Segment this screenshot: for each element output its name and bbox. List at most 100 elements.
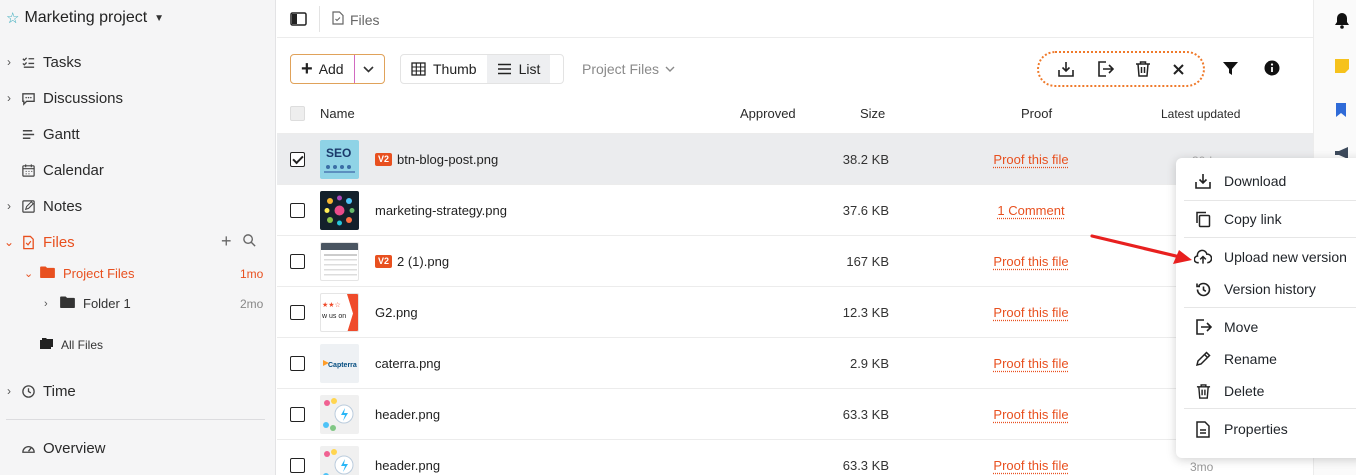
close-icon[interactable] [1172,63,1185,76]
folder-dropdown[interactable]: Project Files [582,61,675,77]
file-size: 63.3 KB [809,407,889,422]
menu-item-copy-link[interactable]: Copy link [1194,210,1282,228]
chevron-right-icon[interactable]: › [4,384,14,398]
sidebar-item-label: Discussions [43,90,123,107]
menu-item-label: Properties [1224,421,1288,437]
row-checkbox[interactable] [290,458,305,473]
proof-link[interactable]: Proof this file [961,356,1101,371]
table-row[interactable]: header.png 63.3 KB Proof this file 3mo [277,440,1313,475]
trash-icon[interactable] [1135,60,1151,78]
menu-item-delete[interactable]: Delete [1194,382,1264,400]
trash-icon [1194,382,1212,400]
file-name[interactable]: marketing-strategy.png [375,203,507,218]
add-dropdown-button[interactable] [355,66,383,73]
table-header: Name Approved Size Proof Latest updated [277,94,1313,134]
table-row[interactable]: SEO V2 btn-blog-post.png 38.2 KB Proof t… [277,134,1313,185]
menu-item-rename[interactable]: Rename [1194,350,1277,368]
chevron-down-icon: ▼ [154,13,164,24]
chevron-down-icon[interactable]: ⌄ [24,267,36,280]
info-icon[interactable] [1264,60,1280,79]
sidebar-item-label: Gantt [43,126,80,143]
sidebar-toggle-icon[interactable] [290,12,307,29]
sidebar-item-files[interactable]: ⌄ Files [0,230,75,254]
sidebar-item-tasks[interactable]: › Tasks [0,50,81,74]
context-menu: Download Copy link Upload new version Ve… [1176,158,1356,458]
file-name[interactable]: caterra.png [375,356,441,371]
table-row[interactable]: marketing-strategy.png 37.6 KB 1 Comment [277,185,1313,236]
table-row[interactable]: header.png 63.3 KB Proof this file [277,389,1313,440]
tree-item-folder-1[interactable]: › Folder 1 [44,296,131,311]
star-icon[interactable]: ☆ [6,9,19,27]
search-icon[interactable] [242,233,257,251]
file-name[interactable]: V2 btn-blog-post.png [375,152,498,167]
column-header-name[interactable]: Name [320,106,355,121]
proof-link[interactable]: Proof this file [961,407,1101,422]
project-switcher[interactable]: ☆ Marketing project ▼ [6,9,164,27]
project-name: Marketing project [24,9,147,27]
sidebar-item-label: Calendar [43,162,104,179]
row-checkbox[interactable] [290,203,305,218]
svg-text:Capterra: Capterra [328,362,357,369]
chevron-right-icon[interactable]: › [4,199,14,213]
sidebar-item-time[interactable]: › Time [0,379,76,403]
chevron-right-icon[interactable]: › [4,91,14,105]
move-icon[interactable] [1096,60,1114,78]
chevron-down-icon[interactable]: ⌄ [4,235,14,249]
row-checkbox[interactable] [290,254,305,269]
menu-item-label: Rename [1224,351,1277,367]
sidebar-item-notes[interactable]: › Notes [0,194,82,218]
bell-icon[interactable] [1334,12,1350,32]
row-checkbox[interactable] [290,356,305,371]
tree-item-project-files[interactable]: ⌄ Project Files [24,266,135,281]
menu-item-label: Move [1224,319,1258,335]
list-view-button[interactable]: List [487,55,551,83]
thumb-view-button[interactable]: Thumb [401,55,487,83]
proof-link[interactable]: 1 Comment [961,203,1101,218]
file-name[interactable]: header.png [375,458,440,473]
row-checkbox[interactable] [290,305,305,320]
tree-item-all-files[interactable]: All Files [40,337,103,352]
bookmark-icon[interactable] [1334,102,1348,121]
file-size: 2.9 KB [809,356,889,371]
sticky-note-icon[interactable] [1334,58,1350,77]
breadcrumb-label[interactable]: Files [350,12,380,28]
menu-item-move[interactable]: Move [1194,318,1258,336]
column-header-size[interactable]: Size [860,106,885,121]
file-name[interactable]: header.png [375,407,440,422]
column-header-updated[interactable]: Latest updated [1161,107,1240,121]
add-button-group: + Add [290,54,385,84]
svg-text:SEO: SEO [326,146,351,160]
proof-link[interactable]: Proof this file [961,305,1101,320]
row-checkbox[interactable] [290,152,305,167]
download-icon[interactable] [1057,60,1075,78]
plus-icon[interactable]: + [221,233,232,251]
filter-icon[interactable] [1222,60,1239,80]
sidebar-item-overview[interactable]: Overview [0,436,106,460]
table-row[interactable]: ★★☆ w us on G2.png 12.3 KB Proof this fil… [277,287,1313,338]
column-header-approved[interactable]: Approved [740,106,796,121]
menu-item-upload-new-version[interactable]: Upload new version [1194,248,1347,266]
sidebar-item-calendar[interactable]: Calendar [0,158,104,182]
thumb-label: Thumb [433,61,477,77]
proof-link[interactable]: Proof this file [961,458,1101,473]
add-button[interactable]: + Add [291,55,355,83]
chevron-right-icon[interactable]: › [4,55,14,69]
sidebar-item-discussions[interactable]: › Discussions [0,86,123,110]
menu-item-download[interactable]: Download [1194,172,1286,190]
updated-ago: 3mo [1190,460,1213,474]
row-checkbox[interactable] [290,407,305,422]
proof-link[interactable]: Proof this file [961,254,1101,269]
column-header-proof[interactable]: Proof [1021,106,1052,121]
file-size: 63.3 KB [809,458,889,473]
file-name[interactable]: V2 2 (1).png [375,254,449,269]
chevron-right-icon[interactable]: › [44,298,56,310]
select-all-checkbox[interactable] [290,106,305,121]
sidebar-item-gantt[interactable]: Gantt [0,122,80,146]
pencil-icon [1194,350,1212,368]
svg-text:★★☆: ★★☆ [322,301,341,309]
menu-item-version-history[interactable]: Version history [1194,280,1316,298]
menu-item-properties[interactable]: Properties [1194,420,1288,438]
proof-link[interactable]: Proof this file [961,152,1101,167]
file-name[interactable]: G2.png [375,305,418,320]
table-row[interactable]: Capterra caterra.png 2.9 KB Proof this f… [277,338,1313,389]
